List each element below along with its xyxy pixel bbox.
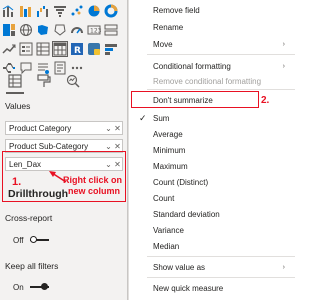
keep-all-filters-label: Keep all filters [5,261,59,271]
chevron-down-icon[interactable]: ⌄ [104,142,113,151]
cross-report-label: Cross-report [5,213,53,223]
close-icon[interactable]: ✕ [113,124,122,133]
menu-item-label: Conditional formatting [153,61,231,71]
menu-item-remove-field[interactable]: Remove field [129,2,295,18]
toggle-knob [30,236,37,243]
drillthrough-heading: Drillthrough [8,188,69,200]
menu-item-label: Count (Distinct) [153,177,209,187]
menu-item-label: Remove conditional formatting [153,76,262,86]
menu-item-label: Move [153,39,173,49]
menu-item-label: Remove field [153,5,200,15]
menu-separator [147,277,295,278]
annotation-step1-number: 1. [12,176,22,188]
field-well-product-category[interactable]: Product Category ⌄ ✕ [5,121,123,135]
annotation-step1-line1: Right click on [63,175,123,185]
chevron-down-icon[interactable]: ⌄ [104,124,113,133]
svg-text:R: R [74,46,81,56]
annotation-step1-line2: new column [68,186,121,196]
menu-item-variance[interactable]: Variance [129,222,295,238]
r-script-visual-icon[interactable]: R [70,42,84,56]
map-icon[interactable] [19,23,33,37]
field-context-menu: Remove field Rename Move › Conditional fo… [128,0,296,300]
filled-map-icon[interactable] [36,23,50,37]
menu-item-standard-deviation[interactable]: Standard deviation [129,206,295,222]
key-influencers-icon[interactable] [104,42,118,56]
menu-item-label: Maximum [153,161,188,171]
menu-item-count-distinct[interactable]: Count (Distinct) [129,174,295,190]
well-label: Product Sub-Category [9,141,89,151]
annotation-step2-number: 2. [261,95,270,106]
treemap-icon[interactable] [2,23,16,37]
menu-item-remove-conditional-formatting: Remove conditional formatting [129,73,295,89]
menu-item-sum[interactable]: ✓ Sum [129,110,295,126]
submenu-arrow-icon: › [282,40,285,48]
menu-item-label: Count [153,193,175,203]
fields-tab-icon[interactable] [6,72,24,90]
well-label: Product Category [9,123,72,133]
pie-chart-icon[interactable] [87,4,101,18]
close-icon[interactable]: ✕ [113,160,122,169]
menu-item-label: Variance [153,225,184,235]
analytics-magnifier-icon[interactable] [64,72,82,90]
python-visual-icon[interactable] [87,42,101,56]
well-label: Len_Dax [9,159,42,169]
menu-item-dont-summarize[interactable]: Don't summarize [129,92,295,108]
cross-report-state: Off [13,236,24,245]
format-paint-roller-icon[interactable] [35,72,53,90]
menu-item-median[interactable]: Median [129,238,295,254]
svg-text:123: 123 [90,27,101,34]
menu-item-show-value-as[interactable]: Show value as › [129,259,295,275]
menu-item-new-quick-measure[interactable]: New quick measure [129,280,295,296]
menu-item-rename[interactable]: Rename [129,19,295,35]
close-icon[interactable]: ✕ [113,142,122,151]
funnel-chart-icon[interactable] [53,4,67,18]
menu-item-conditional-formatting[interactable]: Conditional formatting › [129,58,295,74]
menu-item-label: New quick measure [153,283,224,293]
menu-item-label: Average [153,129,183,139]
menu-separator [147,54,295,55]
visualizations-pane: 123 R Values Product Category ⌄ ✕ Produc… [0,0,128,300]
menu-item-average[interactable]: Average [129,126,295,142]
card-icon[interactable]: 123 [87,23,101,37]
matrix-icon[interactable] [52,40,68,57]
checkmark-icon: ✓ [139,112,147,123]
menu-item-label: Show value as [153,262,206,272]
slicer-icon[interactable] [19,42,33,56]
gauge-icon[interactable] [70,23,84,37]
menu-separator [147,256,295,257]
submenu-arrow-icon: › [282,263,285,271]
kpi-icon[interactable] [2,42,16,56]
visual-gallery: 123 R [2,0,126,78]
donut-chart-icon[interactable] [104,4,118,18]
ribbon-chart-icon[interactable] [19,4,33,18]
active-tab-indicator [6,92,24,94]
menu-item-label: Don't summarize [153,95,213,105]
pane-tabs [6,72,82,90]
menu-item-label: Minimum [153,145,186,155]
chevron-down-icon[interactable]: ⌄ [104,160,113,169]
keep-all-filters-state: On [13,283,24,292]
menu-item-label: Rename [153,22,184,32]
menu-separator [147,89,295,90]
menu-item-count[interactable]: Count [129,190,295,206]
line-stacked-column-chart-icon[interactable] [2,4,16,18]
multi-row-card-icon[interactable] [104,23,118,37]
annotation-arrow-icon [49,171,67,183]
waterfall-chart-icon[interactable] [36,4,50,18]
values-heading: Values [5,101,31,111]
scatter-chart-icon[interactable] [70,4,84,18]
toggle-knob [41,283,48,290]
table-icon[interactable] [36,42,50,56]
menu-item-label: Sum [153,113,170,123]
menu-item-maximum[interactable]: Maximum [129,158,295,174]
menu-item-move[interactable]: Move › [129,36,295,52]
submenu-arrow-icon: › [282,62,285,70]
menu-item-minimum[interactable]: Minimum [129,142,295,158]
field-well-len-dax[interactable]: Len_Dax ⌄ ✕ [5,157,123,171]
menu-item-label: Median [153,241,180,251]
shape-map-icon[interactable] [53,23,67,37]
menu-item-label: Standard deviation [153,209,220,219]
